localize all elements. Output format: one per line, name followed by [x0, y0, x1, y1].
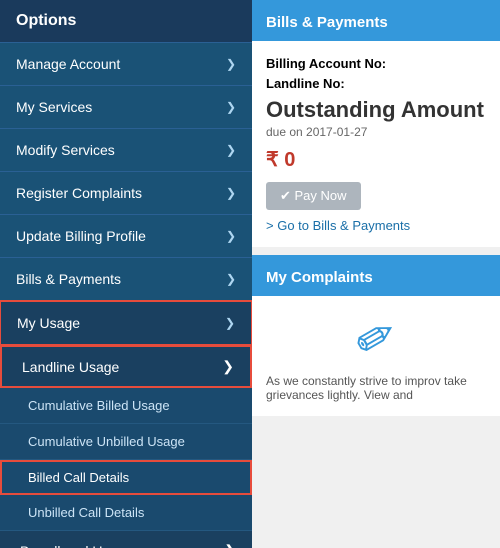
- sidebar-item-manage-account[interactable]: Manage Account ❯: [0, 43, 252, 86]
- chevron-right-icon: ❯: [226, 57, 236, 71]
- sub-menu-header-landline-usage[interactable]: Landline Usage ❯: [0, 345, 252, 388]
- sub-item-billed-call-details[interactable]: Billed Call Details: [0, 460, 252, 495]
- sub-item-cumulative-unbilled-usage[interactable]: Cumulative Unbilled Usage: [0, 424, 252, 460]
- my-complaints-card: My Complaints ✏ As we constantly strive …: [252, 255, 500, 416]
- chevron-down-icon: ❯: [225, 316, 235, 330]
- sidebar-item-my-services[interactable]: My Services ❯: [0, 86, 252, 129]
- chevron-down-icon: ❯: [222, 358, 234, 375]
- sidebar: Options Manage Account ❯ My Services ❯ M…: [0, 0, 252, 548]
- chevron-right-icon: ❯: [226, 143, 236, 157]
- chevron-right-icon: ❯: [226, 186, 236, 200]
- sidebar-item-modify-services[interactable]: Modify Services ❯: [0, 129, 252, 172]
- broadband-usage-label: Broadband Usage: [20, 543, 133, 548]
- sidebar-item-label: Modify Services: [16, 142, 115, 158]
- sidebar-item-bills-payments[interactable]: Bills & Payments ❯: [0, 258, 252, 301]
- chevron-right-icon: ❯: [226, 100, 236, 114]
- sidebar-item-register-complaints[interactable]: Register Complaints ❯: [0, 172, 252, 215]
- chevron-right-icon: ❯: [224, 542, 236, 548]
- sidebar-item-label: My Services: [16, 99, 92, 115]
- chevron-right-icon: ❯: [226, 229, 236, 243]
- chevron-right-icon: ❯: [226, 272, 236, 286]
- sidebar-item-label: My Usage: [17, 315, 80, 331]
- sidebar-item-my-usage[interactable]: My Usage ❯: [0, 301, 252, 345]
- sub-item-unbilled-call-details[interactable]: Unbilled Call Details: [0, 495, 252, 531]
- my-complaints-header: My Complaints: [252, 259, 500, 296]
- pay-now-button[interactable]: ✔ Pay Now: [266, 182, 361, 210]
- landline-label: Landline No:: [266, 76, 345, 91]
- sidebar-item-label: Update Billing Profile: [16, 228, 146, 244]
- sidebar-item-label: Register Complaints: [16, 185, 142, 201]
- landline-info: Landline No:: [266, 75, 486, 91]
- billing-account-label: Billing Account No:: [266, 56, 386, 71]
- sub-menu-landline: Landline Usage ❯ Cumulative Billed Usage…: [0, 345, 252, 548]
- sub-menu-label: Landline Usage: [22, 359, 119, 375]
- go-to-bills-link[interactable]: > Go to Bills & Payments: [266, 218, 486, 233]
- main-content: Bills & Payments Billing Account No: Lan…: [252, 0, 500, 548]
- billing-account-info: Billing Account No:: [266, 55, 486, 71]
- sub-item-cumulative-billed-usage[interactable]: Cumulative Billed Usage: [0, 388, 252, 424]
- sub-menu-broadband-usage[interactable]: Broadband Usage ❯: [0, 531, 252, 548]
- bills-payments-card: Bills & Payments Billing Account No: Lan…: [252, 0, 500, 247]
- sidebar-item-update-billing-profile[interactable]: Update Billing Profile ❯: [0, 215, 252, 258]
- amount-value: ₹ 0: [266, 147, 486, 172]
- bills-payments-body: Billing Account No: Landline No: Outstan…: [252, 41, 500, 247]
- my-complaints-body: ✏ As we constantly strive to improv take…: [252, 296, 500, 416]
- outstanding-amount-label: Outstanding Amount: [266, 97, 486, 123]
- due-date: due on 2017-01-27: [266, 125, 486, 139]
- pencil-icon: ✏: [345, 304, 408, 373]
- bills-payments-header: Bills & Payments: [252, 4, 500, 41]
- sidebar-item-label: Manage Account: [16, 56, 120, 72]
- sidebar-item-label: Bills & Payments: [16, 271, 121, 287]
- sidebar-header: Options: [0, 0, 252, 43]
- complaints-text: As we constantly strive to improv take g…: [266, 374, 486, 402]
